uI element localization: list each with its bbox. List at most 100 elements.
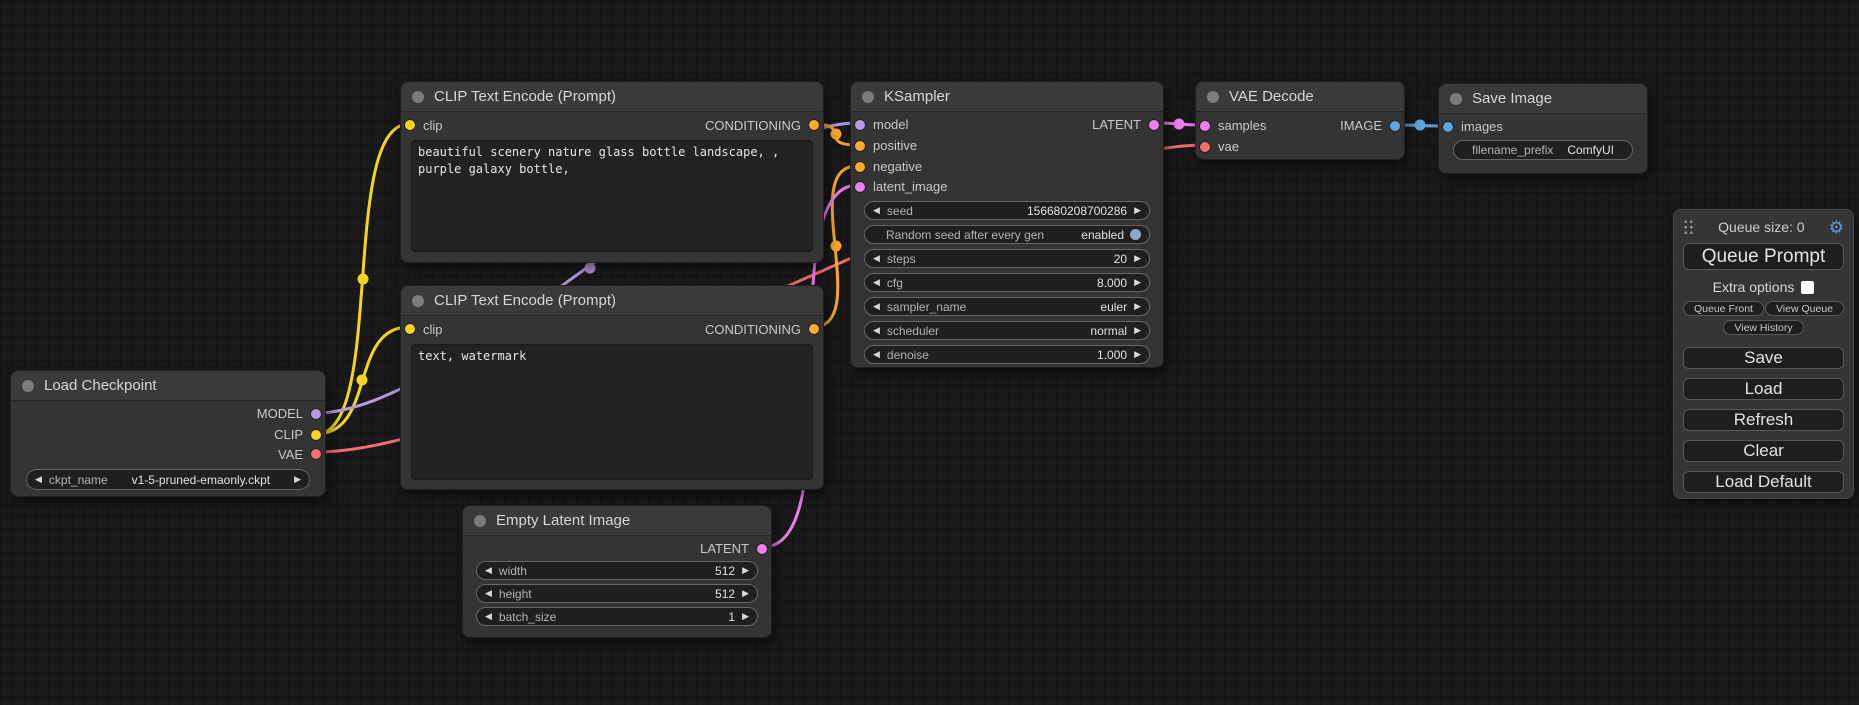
latent-output-slot[interactable]: [1149, 120, 1159, 130]
view-history-button[interactable]: View History: [1723, 320, 1803, 335]
ckpt-name-widget[interactable]: ◀ ckpt_name v1-5-pruned-emaonly.ckpt ▶: [26, 469, 310, 490]
node-clip-text-encode-positive[interactable]: CLIP Text Encode (Prompt) clip CONDITION…: [400, 81, 824, 263]
node-title: VAE Decode: [1229, 88, 1314, 105]
queue-front-button[interactable]: Queue Front: [1683, 301, 1764, 316]
node-graph-canvas[interactable]: Load Checkpoint MODEL CLIP VAE ◀ ckpt_na…: [0, 0, 1859, 705]
widget-label: cfg: [887, 276, 903, 290]
node-header[interactable]: KSampler: [851, 82, 1163, 112]
prompt-textarea[interactable]: text, watermark: [411, 344, 813, 480]
model-output-slot[interactable]: [311, 409, 321, 419]
decrement-arrow-icon[interactable]: ◀: [873, 278, 880, 287]
seed-widget[interactable]: ◀ seed 156680208700286 ▶: [864, 201, 1150, 220]
collapse-dot-icon[interactable]: [862, 91, 874, 103]
width-widget[interactable]: ◀ width 512 ▶: [476, 561, 758, 580]
node-header[interactable]: CLIP Text Encode (Prompt): [401, 286, 823, 316]
sampler-name-widget[interactable]: ◀ sampler_name euler ▶: [864, 297, 1150, 316]
node-vae-decode[interactable]: VAE Decode samples IMAGE vae: [1195, 81, 1405, 160]
increment-arrow-icon[interactable]: ▶: [1134, 206, 1141, 215]
refresh-button[interactable]: Refresh: [1683, 409, 1844, 431]
vae-input-slot[interactable]: [1200, 142, 1210, 152]
node-header[interactable]: Load Checkpoint: [11, 371, 325, 401]
clear-button[interactable]: Clear: [1683, 440, 1844, 462]
next-arrow-icon[interactable]: ▶: [1134, 326, 1141, 335]
load-button[interactable]: Load: [1683, 378, 1844, 400]
widget-label: height: [499, 587, 532, 601]
toggle-icon[interactable]: [1130, 229, 1141, 240]
node-header[interactable]: CLIP Text Encode (Prompt): [401, 82, 823, 112]
conditioning-output-slot[interactable]: [809, 324, 819, 334]
vae-output-slot[interactable]: [311, 449, 321, 459]
increment-arrow-icon[interactable]: ▶: [742, 566, 749, 575]
collapse-dot-icon[interactable]: [474, 515, 486, 527]
images-input-slot[interactable]: [1443, 122, 1453, 132]
increment-arrow-icon[interactable]: ▶: [742, 589, 749, 598]
prompt-textarea[interactable]: beautiful scenery nature glass bottle la…: [411, 140, 813, 252]
decrement-arrow-icon[interactable]: ◀: [485, 566, 492, 575]
conditioning-output-slot[interactable]: [809, 120, 819, 130]
prev-arrow-icon[interactable]: ◀: [35, 475, 42, 484]
drag-handle-icon[interactable]: [1683, 219, 1694, 235]
filename-prefix-widget[interactable]: filename_prefix ComfyUI: [1453, 140, 1633, 160]
save-button[interactable]: Save: [1683, 347, 1844, 369]
collapse-dot-icon[interactable]: [1450, 93, 1462, 105]
node-empty-latent-image[interactable]: Empty Latent Image LATENT ◀ width 512 ▶ …: [462, 505, 772, 638]
node-header[interactable]: VAE Decode: [1196, 82, 1404, 112]
link-midpoint-dot[interactable]: [831, 129, 842, 140]
negative-input-slot[interactable]: [855, 162, 865, 172]
decrement-arrow-icon[interactable]: ◀: [873, 350, 880, 359]
prev-arrow-icon[interactable]: ◀: [873, 302, 880, 311]
height-widget[interactable]: ◀ height 512 ▶: [476, 584, 758, 603]
load-default-button[interactable]: Load Default: [1683, 471, 1844, 493]
decrement-arrow-icon[interactable]: ◀: [873, 206, 880, 215]
next-arrow-icon[interactable]: ▶: [1134, 302, 1141, 311]
link-midpoint-dot[interactable]: [357, 375, 368, 386]
node-header[interactable]: Empty Latent Image: [463, 506, 771, 536]
link-midpoint-dot[interactable]: [585, 263, 596, 274]
collapse-dot-icon[interactable]: [412, 91, 424, 103]
slot-label: vae: [1218, 139, 1239, 154]
view-queue-button[interactable]: View Queue: [1765, 301, 1844, 316]
denoise-widget[interactable]: ◀ denoise 1.000 ▶: [864, 345, 1150, 364]
node-header[interactable]: Save Image: [1439, 84, 1647, 114]
clip-output-slot[interactable]: [311, 430, 321, 440]
increment-arrow-icon[interactable]: ▶: [1134, 350, 1141, 359]
node-load-checkpoint[interactable]: Load Checkpoint MODEL CLIP VAE ◀ ckpt_na…: [10, 370, 326, 497]
prev-arrow-icon[interactable]: ◀: [873, 326, 880, 335]
decrement-arrow-icon[interactable]: ◀: [485, 612, 492, 621]
scheduler-widget[interactable]: ◀ scheduler normal ▶: [864, 321, 1150, 340]
collapse-dot-icon[interactable]: [22, 380, 34, 392]
queue-prompt-button[interactable]: Queue Prompt: [1683, 243, 1844, 270]
node-ksampler[interactable]: KSampler model LATENT positive negative …: [850, 81, 1164, 368]
next-arrow-icon[interactable]: ▶: [294, 475, 301, 484]
queue-panel[interactable]: Queue size: 0 ⚙ Queue Prompt Extra optio…: [1673, 209, 1854, 499]
steps-widget[interactable]: ◀ steps 20 ▶: [864, 249, 1150, 268]
increment-arrow-icon[interactable]: ▶: [1134, 254, 1141, 263]
increment-arrow-icon[interactable]: ▶: [1134, 278, 1141, 287]
image-output-slot[interactable]: [1390, 121, 1400, 131]
model-input-slot[interactable]: [855, 120, 865, 130]
clip-input-slot[interactable]: [405, 120, 415, 130]
widget-label: filename_prefix: [1472, 143, 1553, 157]
node-clip-text-encode-negative[interactable]: CLIP Text Encode (Prompt) clip CONDITION…: [400, 285, 824, 490]
clip-input-slot[interactable]: [405, 324, 415, 334]
decrement-arrow-icon[interactable]: ◀: [485, 589, 492, 598]
batch-size-widget[interactable]: ◀ batch_size 1 ▶: [476, 607, 758, 626]
collapse-dot-icon[interactable]: [1207, 91, 1219, 103]
widget-label: width: [499, 564, 527, 578]
link-midpoint-dot[interactable]: [831, 241, 842, 252]
extra-options-checkbox[interactable]: [1801, 281, 1814, 294]
decrement-arrow-icon[interactable]: ◀: [873, 254, 880, 263]
settings-gear-icon[interactable]: ⚙: [1829, 219, 1844, 236]
latent-image-input-slot[interactable]: [855, 182, 865, 192]
link-midpoint-dot[interactable]: [358, 274, 369, 285]
link-midpoint-dot[interactable]: [1174, 119, 1185, 130]
positive-input-slot[interactable]: [855, 141, 865, 151]
random-seed-widget[interactable]: Random seed after every gen enabled: [864, 225, 1150, 244]
increment-arrow-icon[interactable]: ▶: [742, 612, 749, 621]
latent-output-slot[interactable]: [757, 544, 767, 554]
collapse-dot-icon[interactable]: [412, 295, 424, 307]
node-save-image[interactable]: Save Image images filename_prefix ComfyU…: [1438, 83, 1648, 174]
link-midpoint-dot[interactable]: [1415, 120, 1426, 131]
cfg-widget[interactable]: ◀ cfg 8.000 ▶: [864, 273, 1150, 292]
samples-input-slot[interactable]: [1200, 121, 1210, 131]
